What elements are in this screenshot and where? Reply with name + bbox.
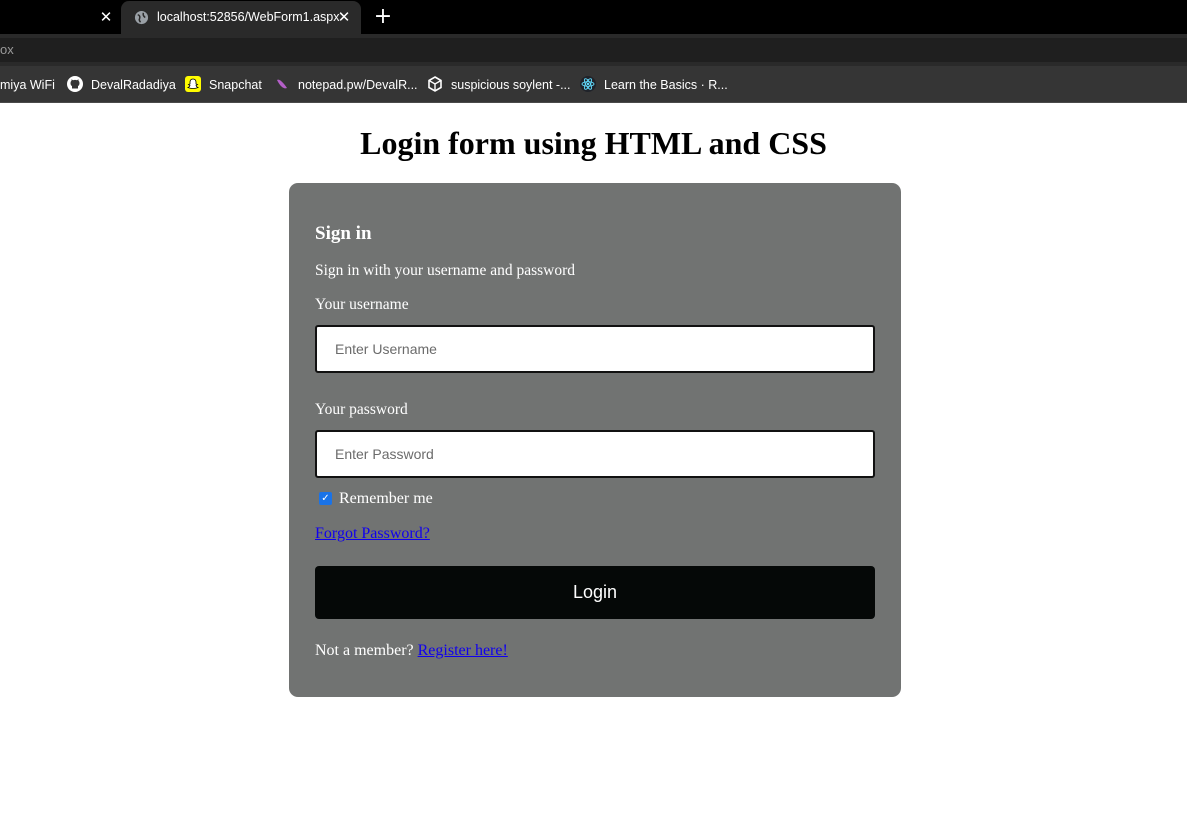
bookmark-label: suspicious soylent -... — [451, 78, 571, 92]
codesandbox-icon — [428, 76, 442, 92]
react-icon — [580, 76, 596, 92]
login-button[interactable]: Login — [315, 566, 875, 619]
forgot-password-link[interactable]: Forgot Password? — [315, 525, 430, 543]
globe-icon — [134, 10, 149, 25]
address-text: ox — [0, 42, 14, 57]
not-member-text: Not a member? — [315, 642, 414, 659]
bookmark-snapchat[interactable]: Snapchat — [185, 76, 265, 94]
github-icon — [67, 76, 83, 92]
bookmark-label: notepad.pw/DevalR... — [298, 78, 418, 92]
new-tab-plus-icon[interactable]: + — [372, 6, 394, 28]
username-label: Your username — [315, 296, 409, 313]
bookmark-react[interactable]: Learn the Basics · R... — [580, 76, 728, 94]
register-link[interactable]: Register here! — [418, 642, 508, 659]
remember-me-label[interactable]: Remember me — [339, 490, 433, 508]
previous-tab-close-icon[interactable]: ✕ — [96, 7, 116, 27]
bookmark-wifi[interactable]: miya WiFi — [0, 76, 60, 94]
password-label: Your password — [315, 401, 408, 418]
login-card: Sign in Sign in with your username and p… — [289, 183, 901, 697]
form-title: Sign in — [315, 223, 372, 244]
form-subtitle: Sign in with your username and password — [315, 262, 576, 279]
address-bar[interactable]: ox — [0, 34, 1187, 66]
page-title: Login form using HTML and CSS — [360, 125, 827, 161]
bookmark-label: miya WiFi — [0, 78, 55, 92]
tab-title: localhost:52856/WebForm1.aspx — [157, 10, 340, 24]
active-tab[interactable]: localhost:52856/WebForm1.aspx ✕ — [121, 1, 361, 34]
username-input[interactable] — [315, 325, 875, 373]
bookmark-label: Learn the Basics · R... — [604, 78, 728, 92]
snapchat-icon — [185, 76, 201, 92]
password-input[interactable] — [315, 430, 875, 478]
remember-me-checkbox[interactable]: ✓ — [319, 492, 332, 505]
bookmark-github[interactable]: DevalRadadiya — [67, 76, 177, 94]
browser-tab-strip: ✕ localhost:52856/WebForm1.aspx ✕ + — [0, 0, 1187, 34]
bookmark-label: DevalRadadiya — [91, 78, 176, 92]
notepad-icon — [277, 79, 287, 89]
bookmark-label: Snapchat — [209, 78, 262, 92]
bookmarks-bar: miya WiFi DevalRadadiya Snapchat notepad… — [0, 66, 1187, 103]
bookmark-codesandbox[interactable]: suspicious soylent -... — [427, 76, 572, 94]
bookmark-notepad[interactable]: notepad.pw/DevalR... — [274, 76, 419, 94]
tab-close-icon[interactable]: ✕ — [334, 7, 354, 27]
checkmark-icon: ✓ — [321, 493, 330, 504]
register-prompt: Not a member? Register here! — [315, 642, 508, 660]
